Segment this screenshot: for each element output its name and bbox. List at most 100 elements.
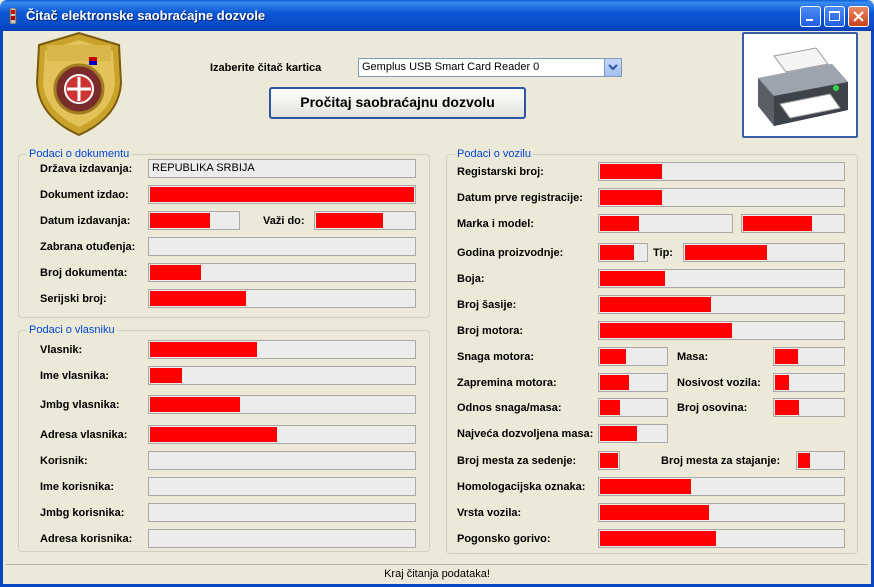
redacted-value bbox=[600, 453, 618, 468]
minimize-button[interactable] bbox=[800, 6, 821, 27]
redacted-value bbox=[150, 397, 240, 412]
reader-label: Izaberite čitač kartica bbox=[210, 62, 322, 74]
ime-korisnika-label: Ime korisnika: bbox=[40, 481, 114, 493]
app-icon bbox=[9, 8, 17, 24]
redacted-value bbox=[600, 531, 716, 546]
redacted-value bbox=[316, 213, 383, 228]
vrsta-vozila-field bbox=[598, 503, 845, 522]
marka-field bbox=[598, 214, 733, 233]
reader-select[interactable]: Gemplus USB Smart Card Reader 0 bbox=[358, 58, 622, 77]
document-group-title: Podaci o dokumentu bbox=[27, 148, 132, 160]
redacted-value bbox=[685, 245, 767, 260]
redacted-value bbox=[150, 368, 182, 383]
datum-izdavanja-field bbox=[148, 211, 240, 230]
boja-field bbox=[598, 269, 845, 288]
mesta-stajanje-label: Broj mesta za stajanje: bbox=[661, 455, 781, 467]
maximize-button[interactable] bbox=[824, 6, 845, 27]
serijski-broj-label: Serijski broj: bbox=[40, 293, 107, 305]
homologacijska-oznaka-label: Homologacijska oznaka: bbox=[457, 481, 586, 493]
tip-field bbox=[683, 243, 845, 262]
redacted-value bbox=[600, 323, 732, 338]
snaga-motora-field bbox=[598, 347, 668, 366]
redacted-value bbox=[600, 271, 665, 286]
vrsta-vozila-label: Vrsta vozila: bbox=[457, 507, 522, 519]
datum-registracije-label: Datum prve registracije: bbox=[457, 192, 583, 204]
mesta-stajanje-field bbox=[796, 451, 845, 470]
vehicle-group-title: Podaci o vozilu bbox=[455, 148, 533, 160]
redacted-value bbox=[600, 505, 709, 520]
masa-field bbox=[773, 347, 845, 366]
broj-motora-label: Broj motora: bbox=[457, 325, 523, 337]
tip-label: Tip: bbox=[653, 247, 673, 259]
redacted-value bbox=[150, 291, 246, 306]
drzava-field: REPUBLIKA SRBIJA bbox=[148, 159, 416, 178]
chevron-down-icon bbox=[608, 64, 618, 71]
pogonsko-gorivo-label: Pogonsko gorivo: bbox=[457, 533, 551, 545]
mesta-sedenje-field bbox=[598, 451, 620, 470]
odnos-snaga-masa-label: Odnos snaga/masa: bbox=[457, 402, 562, 414]
title-bar: Čitač elektronske saobraćajne dozvole bbox=[0, 0, 874, 31]
korisnik-field bbox=[148, 451, 416, 470]
broj-dokumenta-field bbox=[148, 263, 416, 282]
redacted-value bbox=[775, 375, 789, 390]
nosivost-vozila-label: Nosivost vozila: bbox=[677, 377, 761, 389]
adresa-vlasnika-label: Adresa vlasnika: bbox=[40, 429, 128, 441]
datum-izdavanja-label: Datum izdavanja: bbox=[40, 215, 131, 227]
broj-dokumenta-label: Broj dokumenta: bbox=[40, 267, 128, 279]
print-button[interactable] bbox=[742, 32, 858, 138]
snaga-motora-label: Snaga motora: bbox=[457, 351, 535, 363]
godina-proizvodnje-field bbox=[598, 243, 648, 262]
minimize-icon bbox=[806, 19, 813, 21]
godina-proizvodnje-label: Godina proizvodnje: bbox=[457, 247, 564, 259]
najveca-masa-field bbox=[598, 424, 668, 443]
broj-sasije-field bbox=[598, 295, 845, 314]
status-bar: Kraj čitanja podataka! bbox=[6, 564, 868, 584]
redacted-value bbox=[600, 426, 637, 441]
dropdown-button[interactable] bbox=[604, 59, 621, 76]
redacted-value bbox=[600, 164, 662, 179]
redacted-value bbox=[600, 375, 629, 390]
redacted-value bbox=[150, 213, 210, 228]
serijski-broj-field bbox=[148, 289, 416, 308]
redacted-value bbox=[600, 216, 639, 231]
ime-vlasnika-field bbox=[148, 366, 416, 385]
odnos-snaga-masa-field bbox=[598, 398, 668, 417]
printer-icon bbox=[758, 47, 848, 126]
zabrana-label: Zabrana otuđenja: bbox=[40, 241, 136, 253]
redacted-value bbox=[743, 216, 812, 231]
redacted-value bbox=[600, 349, 626, 364]
redacted-value bbox=[600, 245, 634, 260]
masa-label: Masa: bbox=[677, 351, 709, 363]
ime-vlasnika-label: Ime vlasnika: bbox=[40, 370, 110, 382]
korisnik-label: Korisnik: bbox=[40, 455, 88, 467]
izdao-field bbox=[148, 185, 416, 204]
reader-select-value: Gemplus USB Smart Card Reader 0 bbox=[362, 61, 540, 73]
boja-label: Boja: bbox=[457, 273, 485, 285]
redacted-value bbox=[798, 453, 810, 468]
najveca-masa-label: Najveća dozvoljena masa: bbox=[457, 428, 594, 440]
main-window: Izaberite čitač kartica Gemplus USB Smar… bbox=[0, 31, 874, 587]
close-icon bbox=[853, 11, 864, 22]
registarski-broj-label: Registarski broj: bbox=[457, 166, 544, 178]
redacted-value bbox=[775, 349, 798, 364]
mesta-sedenje-label: Broj mesta za sedenje: bbox=[457, 455, 577, 467]
badge-banner bbox=[47, 45, 111, 61]
redacted-value bbox=[600, 400, 620, 415]
drzava-label: Država izdavanja: bbox=[40, 163, 133, 175]
maximize-icon bbox=[829, 11, 840, 21]
adresa-korisnika-field bbox=[148, 529, 416, 548]
redacted-value bbox=[775, 400, 799, 415]
broj-motora-field bbox=[598, 321, 845, 340]
model-field bbox=[741, 214, 845, 233]
vazi-do-field bbox=[314, 211, 416, 230]
registarski-broj-field bbox=[598, 162, 845, 181]
redacted-value bbox=[150, 187, 414, 202]
close-button[interactable] bbox=[848, 6, 869, 27]
vlasnik-label: Vlasnik: bbox=[40, 344, 83, 356]
read-card-button[interactable]: Pročitaj saobraćajnu dozvolu bbox=[269, 87, 526, 119]
jmbg-vlasnika-label: Jmbg vlasnika: bbox=[40, 399, 120, 411]
adresa-korisnika-label: Adresa korisnika: bbox=[40, 533, 133, 545]
ime-korisnika-field bbox=[148, 477, 416, 496]
jmbg-korisnika-field bbox=[148, 503, 416, 522]
zapremina-motora-label: Zapremina motora: bbox=[457, 377, 557, 389]
